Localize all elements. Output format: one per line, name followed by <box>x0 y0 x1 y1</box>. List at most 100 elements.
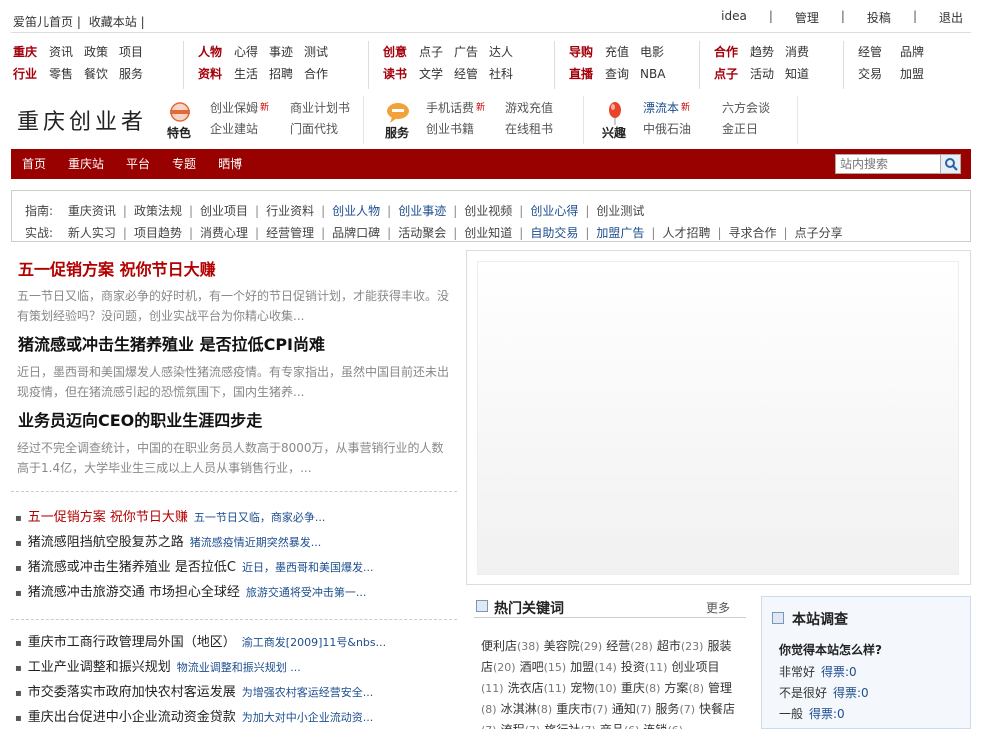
category-link[interactable]: 招聘 <box>269 67 293 81</box>
keyword-link[interactable]: 酒吧 <box>520 660 544 674</box>
list-item-summary[interactable]: 猪流感疫情近期突然暴发... <box>190 536 322 549</box>
feature-link[interactable]: 企业建站 <box>210 122 258 136</box>
feature-link[interactable]: 手机话费 <box>426 101 474 115</box>
guide-link[interactable]: 创业视频 <box>464 204 512 218</box>
survey-option-label[interactable]: 一般 <box>779 707 803 721</box>
keyword-link[interactable]: 流程 <box>501 723 525 729</box>
category-link[interactable]: NBA <box>640 67 665 81</box>
category-link[interactable]: 心得 <box>234 45 258 59</box>
list-item[interactable]: ▪ 猪流感或冲击生猪养殖业 是否拉低C 近日，墨西哥和美国爆发... <box>15 555 455 580</box>
feature-link[interactable]: 漂流本 <box>643 101 679 115</box>
category-link[interactable]: 合作 <box>304 67 328 81</box>
guide-link[interactable]: 新人实习 <box>68 226 116 240</box>
headline-title[interactable]: 业务员迈向CEO的职业生涯四步走 <box>18 407 262 431</box>
category-link[interactable]: 经管 <box>454 67 478 81</box>
list-item[interactable]: ▪ 重庆出台促进中小企业流动资金贷款 为加大对中小企业流动资... <box>15 705 455 729</box>
list-item-title[interactable]: 五一促销方案 祝你节日大赚 <box>28 510 188 525</box>
category-link[interactable]: 零售 <box>49 67 73 81</box>
category-label[interactable]: 人物 <box>198 45 222 59</box>
category-label[interactable]: 资料 <box>198 67 222 81</box>
survey-option[interactable]: 非常好 得票:0 <box>779 663 857 680</box>
nav-item-topics[interactable]: 专题 <box>172 149 196 179</box>
list-item[interactable]: ▪ 五一促销方案 祝你节日大赚 五一节日又临，商家必争... <box>15 505 455 530</box>
guide-link[interactable]: 创业事迹 <box>398 204 446 218</box>
feature-link[interactable]: 创业保姆 <box>210 101 258 115</box>
keyword-link[interactable]: 创业项目 <box>671 660 719 674</box>
feature-link[interactable]: 商业计划书 <box>290 101 350 115</box>
guide-link[interactable]: 人才招聘 <box>662 226 710 240</box>
manage-link[interactable]: 管理 <box>795 9 819 26</box>
list-item-summary[interactable]: 为加大对中小企业流动资... <box>242 711 374 724</box>
guide-link[interactable]: 经营管理 <box>266 226 314 240</box>
category-link[interactable]: 生活 <box>234 67 258 81</box>
guide-link[interactable]: 项目趋势 <box>134 226 182 240</box>
category-label[interactable]: 点子 <box>714 67 738 81</box>
logout-link[interactable]: 退出 <box>939 9 963 26</box>
guide-link[interactable]: 点子分享 <box>795 226 843 240</box>
keyword-link[interactable]: 洗衣店 <box>508 681 544 695</box>
feature-link[interactable]: 中俄石油 <box>643 122 691 136</box>
list-item-summary[interactable]: 渝工商发[2009]11号&nbs... <box>242 636 386 649</box>
category-link[interactable]: 服务 <box>119 67 143 81</box>
category-label[interactable]: 创意 <box>383 45 407 59</box>
category-link[interactable]: 社科 <box>489 67 513 81</box>
search-input[interactable] <box>835 154 941 174</box>
list-item-title[interactable]: 重庆市工商行政管理局外国（地区） <box>28 635 236 650</box>
category-link[interactable]: 充值 <box>605 45 629 59</box>
home-link[interactable]: 爱笛儿首页 <box>13 15 73 29</box>
guide-link[interactable]: 创业心得 <box>530 204 578 218</box>
feature-link[interactable]: 创业书籍 <box>426 122 474 136</box>
feature-link[interactable]: 六方会谈 <box>722 101 770 115</box>
feature-link[interactable]: 门面代找 <box>290 122 338 136</box>
bookmark-link[interactable]: 收藏本站 <box>89 15 137 29</box>
headline-title[interactable]: 猪流感或冲击生猪养殖业 是否拉低CPI尚难 <box>18 331 325 355</box>
nav-item-chongqing[interactable]: 重庆站 <box>68 149 104 179</box>
list-item-title[interactable]: 工业产业调整和振兴规划 <box>28 660 171 675</box>
guide-link[interactable]: 加盟广告 <box>596 226 644 240</box>
category-link[interactable]: 文学 <box>419 67 443 81</box>
survey-option[interactable]: 不是很好 得票:0 <box>779 684 869 701</box>
more-link[interactable]: 更多 <box>706 599 730 616</box>
guide-link[interactable]: 政策法规 <box>134 204 182 218</box>
category-link[interactable]: 交易 <box>858 67 882 81</box>
category-label[interactable]: 导购 <box>569 45 593 59</box>
category-link[interactable]: 项目 <box>119 45 143 59</box>
keyword-link[interactable]: 宠物 <box>570 681 594 695</box>
nav-item-blog[interactable]: 晒博 <box>218 149 242 179</box>
guide-link[interactable]: 消费心理 <box>200 226 248 240</box>
keyword-link[interactable]: 投资 <box>621 660 645 674</box>
category-link[interactable]: 政策 <box>84 45 108 59</box>
keyword-link[interactable]: 便利店 <box>481 639 517 653</box>
category-link[interactable]: 趋势 <box>750 45 774 59</box>
list-item-title[interactable]: 重庆出台促进中小企业流动资金贷款 <box>28 710 236 725</box>
keyword-link[interactable]: 美容院 <box>544 639 580 653</box>
user-link[interactable]: idea <box>721 9 747 26</box>
category-link[interactable]: 品牌 <box>900 45 924 59</box>
category-link[interactable]: 广告 <box>454 45 478 59</box>
list-item-summary[interactable]: 旅游交通将受冲击第一... <box>246 586 367 599</box>
guide-link[interactable]: 活动聚会 <box>398 226 446 240</box>
category-link[interactable]: 查询 <box>605 67 629 81</box>
submit-link[interactable]: 投稿 <box>867 9 891 26</box>
keyword-link[interactable]: 重庆 <box>621 681 645 695</box>
guide-link[interactable]: 创业人物 <box>332 204 380 218</box>
keyword-link[interactable]: 重庆市 <box>556 702 592 716</box>
category-link[interactable]: 餐饮 <box>84 67 108 81</box>
guide-link[interactable]: 品牌口碑 <box>332 226 380 240</box>
survey-option[interactable]: 一般 得票:0 <box>779 705 845 722</box>
nav-item-home[interactable]: 首页 <box>22 149 46 179</box>
featured-image[interactable] <box>477 261 959 575</box>
headline-title[interactable]: 五一促销方案 祝你节日大赚 <box>18 256 216 280</box>
guide-link[interactable]: 创业测试 <box>596 204 644 218</box>
category-link[interactable]: 经管 <box>858 45 882 59</box>
category-link[interactable]: 电影 <box>640 45 664 59</box>
list-item-summary[interactable]: 五一节日又临，商家必争... <box>194 511 326 524</box>
keyword-link[interactable]: 管理 <box>708 681 732 695</box>
feature-link[interactable]: 金正日 <box>722 122 758 136</box>
category-link[interactable]: 加盟 <box>900 67 924 81</box>
survey-option-label[interactable]: 不是很好 <box>779 686 827 700</box>
keyword-link[interactable]: 通知 <box>612 702 636 716</box>
keyword-link[interactable]: 连锁 <box>643 723 667 729</box>
feature-link[interactable]: 游戏充值 <box>505 101 553 115</box>
category-link[interactable]: 达人 <box>489 45 513 59</box>
